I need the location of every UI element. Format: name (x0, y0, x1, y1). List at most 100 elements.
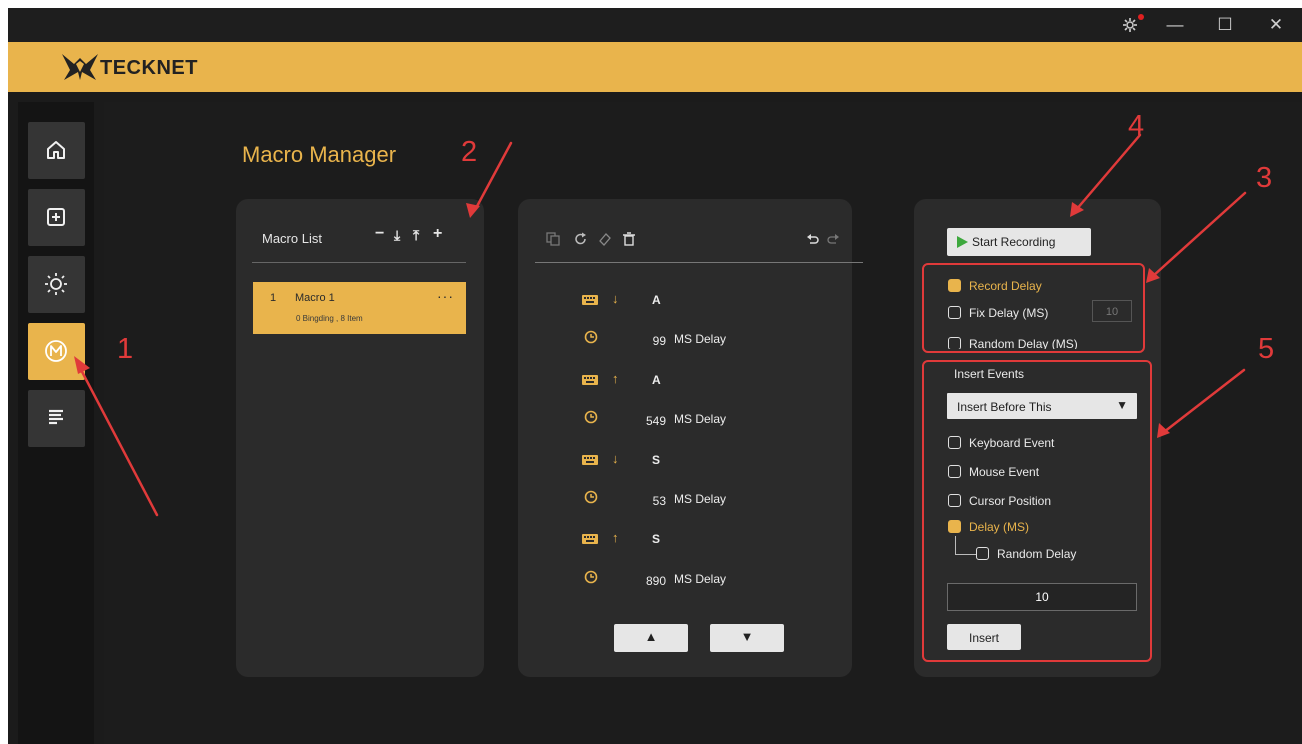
checkbox[interactable] (948, 337, 961, 349)
sidebar-item-macro[interactable] (28, 323, 85, 380)
tecknet-logo-icon (62, 54, 98, 80)
annotation-number-5: 5 (1258, 333, 1275, 365)
start-recording-label: Start Recording (972, 235, 1056, 249)
clock-icon (584, 330, 598, 344)
trash-icon[interactable] (622, 232, 636, 246)
annotation-number-2: 2 (461, 136, 478, 168)
document-icon (49, 409, 63, 425)
checkbox[interactable] (948, 520, 961, 533)
delay-unit: MS Delay (674, 412, 727, 426)
refresh-icon[interactable] (574, 232, 588, 246)
event-key: S (652, 532, 661, 546)
insert-button-label: Insert (968, 631, 999, 645)
fix-delay-label: Fix Delay (MS) (969, 306, 1049, 320)
delay-unit: MS Delay (674, 332, 727, 346)
key-direction: ↓ (612, 291, 619, 306)
maximize-button[interactable]: ☐ (1213, 13, 1237, 37)
checkbox[interactable] (976, 547, 989, 560)
macro-name: Macro 1 (295, 292, 335, 304)
sidebar-item-lighting[interactable] (28, 256, 85, 313)
fix-delay-input[interactable]: 10 (1092, 300, 1132, 322)
random-delay-insert-label: Random Delay (997, 547, 1077, 561)
event-key: A (652, 293, 661, 307)
keyboard-event-label: Keyboard Event (969, 436, 1055, 450)
insert-position-select[interactable]: Insert Before This ▼ (947, 393, 1137, 419)
event-list-panel: ↓ A 99 MS Delay ↑ A 549 MS Delay ↓ S 53 … (518, 199, 863, 677)
copy-icon[interactable] (546, 232, 560, 246)
main-content: Macro Manager Macro List − ⤓ ⤒ + 1 Macro… (104, 102, 1302, 744)
cursor-position-label: Cursor Position (969, 494, 1052, 508)
checkbox[interactable] (948, 279, 961, 292)
macro-menu-button[interactable]: ··· (437, 288, 454, 304)
start-recording-button[interactable]: Start Recording (947, 228, 1091, 256)
insert-button[interactable]: Insert (947, 624, 1021, 650)
delay-value: 99 (652, 334, 666, 348)
page-title: Macro Manager (242, 142, 397, 167)
app-window: — ☐ ✕ TECKNET Macro Manager Macro List −… (8, 8, 1302, 744)
dropdown-caret-icon: ▼ (1116, 398, 1128, 412)
record-options: Record Delay Fix Delay (MS) 10 Random De… (924, 265, 1142, 349)
redo-icon[interactable] (826, 232, 840, 246)
key-direction: ↑ (612, 371, 619, 386)
title-bar: — ☐ ✕ (8, 8, 1302, 42)
notification-dot (1138, 14, 1144, 20)
macro-list-item[interactable]: 1 Macro 1 ··· 0 Bingding , 8 Item (253, 282, 466, 334)
macro-index: 1 (270, 292, 277, 304)
import-macro-button[interactable]: ⤓ (394, 227, 400, 244)
sidebar-item-home[interactable] (28, 122, 85, 179)
record-delay-label: Record Delay (969, 279, 1042, 293)
checkbox[interactable] (948, 494, 961, 507)
clock-icon (584, 570, 598, 584)
arrow-up-icon: ▲ (644, 629, 658, 644)
sun-icon (45, 273, 67, 295)
recording-panel: Start Recording Record Delay Fix Delay (… (914, 199, 1161, 677)
plus-square-icon (47, 208, 65, 226)
tree-connector (955, 536, 976, 555)
macro-list-title: Macro List (262, 231, 322, 246)
event-key: S (652, 453, 661, 467)
macro-list-panel: Macro List − ⤓ ⤒ + 1 Macro 1 ··· 0 Bingd… (236, 199, 484, 677)
annotation-number-1: 1 (117, 333, 134, 365)
delay-value-input[interactable]: 10 (947, 583, 1137, 611)
delay-unit: MS Delay (674, 492, 727, 506)
macro-info: 0 Bingding , 8 Item (296, 314, 363, 323)
minimize-button[interactable]: — (1163, 13, 1187, 37)
keyboard-icon (582, 295, 598, 305)
play-icon (957, 236, 968, 248)
brand-bar: TECKNET (8, 42, 1302, 92)
key-direction: ↓ (612, 451, 619, 466)
remove-macro-button[interactable]: − (375, 225, 384, 243)
insert-events-title: Insert Events (954, 367, 1025, 381)
macro-icon (45, 340, 67, 362)
delay-unit: MS Delay (674, 572, 727, 586)
close-button[interactable]: ✕ (1264, 13, 1288, 37)
sidebar (18, 102, 94, 744)
move-down-button[interactable]: ▼ (710, 624, 784, 652)
delay-value: 53 (652, 494, 666, 508)
move-up-button[interactable]: ▲ (614, 624, 688, 652)
add-macro-button[interactable]: + (433, 225, 442, 243)
keyboard-icon (582, 375, 598, 385)
checkbox[interactable] (948, 436, 961, 449)
sidebar-item-add[interactable] (28, 189, 85, 246)
sidebar-item-document[interactable] (28, 390, 85, 447)
key-direction: ↑ (612, 530, 619, 545)
gear-icon (1123, 18, 1137, 32)
brand-name: TECKNET (100, 57, 198, 79)
checkbox[interactable] (948, 465, 961, 478)
event-key: A (652, 373, 661, 387)
undo-icon[interactable] (806, 232, 820, 246)
eraser-icon[interactable] (598, 232, 612, 246)
checkbox[interactable] (948, 306, 961, 319)
export-macro-button[interactable]: ⤒ (413, 227, 419, 244)
home-icon (47, 141, 65, 159)
settings-button[interactable] (1118, 13, 1144, 37)
keyboard-icon (582, 534, 598, 544)
annotation-number-3: 3 (1256, 162, 1273, 194)
clock-icon (584, 410, 598, 424)
keyboard-icon (582, 455, 598, 465)
delay-label: Delay (MS) (969, 520, 1030, 534)
delay-value: 890 (645, 574, 666, 588)
clock-icon (584, 490, 598, 504)
divider (535, 262, 863, 263)
